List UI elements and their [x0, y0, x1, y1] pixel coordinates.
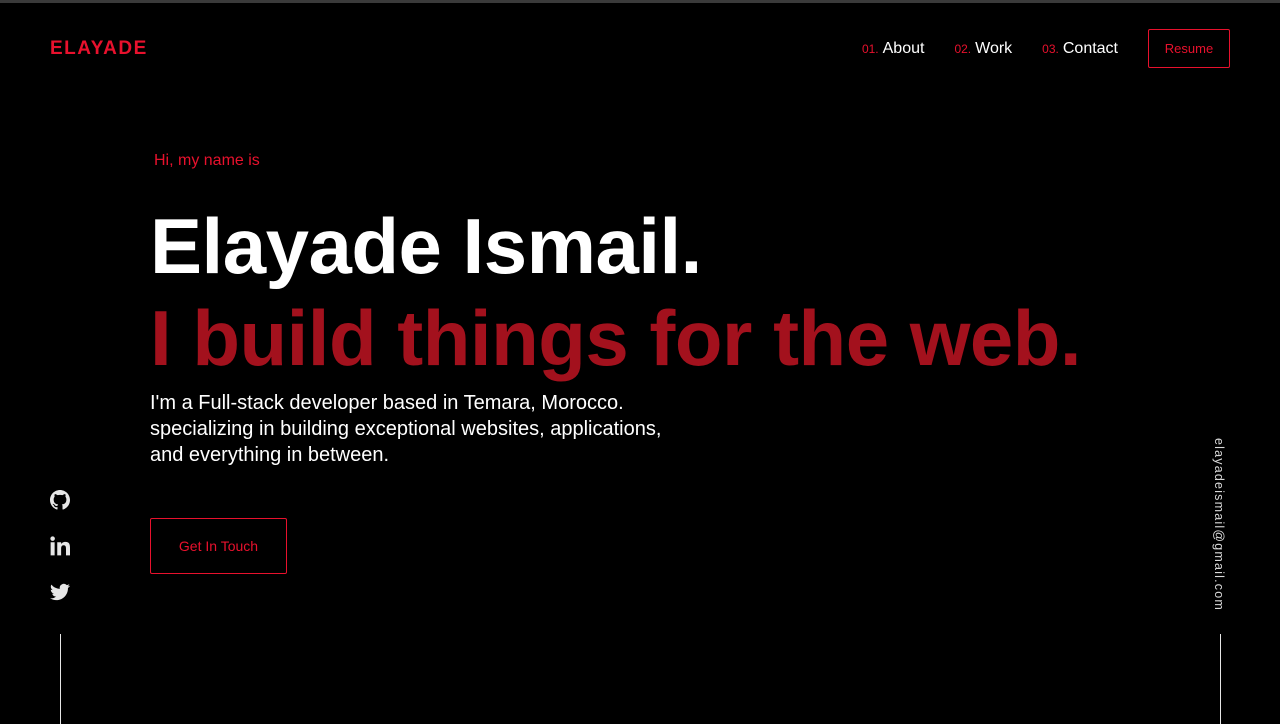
nav-item-work[interactable]: 02. Work [954, 40, 1012, 58]
nav-item-label: Work [975, 39, 1013, 57]
main-nav: 01. About 02. Work 03. Contact Resume [862, 29, 1230, 68]
nav-item-about[interactable]: 01. About [862, 40, 925, 58]
nav-item-number: 01. [861, 41, 879, 56]
nav-item-label: Contact [1062, 39, 1118, 57]
left-divider-line [60, 634, 61, 724]
hero-tagline: I build things for the web. [150, 294, 1082, 382]
nav-item-number: 02. [954, 41, 972, 56]
logo[interactable]: ELAYADE [50, 38, 148, 60]
linkedin-icon[interactable] [50, 536, 70, 556]
github-icon[interactable] [50, 490, 70, 510]
top-border [0, 0, 1280, 3]
right-divider-line [1220, 634, 1221, 724]
nav-item-contact[interactable]: 03. Contact [1042, 40, 1118, 58]
get-in-touch-button[interactable]: Get In Touch [150, 518, 287, 574]
resume-button[interactable]: Resume [1148, 29, 1230, 68]
hero-name: Elayade Ismail. [150, 202, 702, 290]
nav-item-number: 03. [1042, 41, 1059, 56]
email-link[interactable]: elayadeismail@gmail.com [1212, 438, 1226, 611]
social-links [50, 490, 70, 628]
hero-description: I'm a Full-stack developer based in Tema… [150, 392, 662, 466]
twitter-icon[interactable] [50, 582, 70, 602]
nav-item-label: About [882, 39, 925, 57]
hero-greeting: Hi, my name is [154, 152, 260, 169]
